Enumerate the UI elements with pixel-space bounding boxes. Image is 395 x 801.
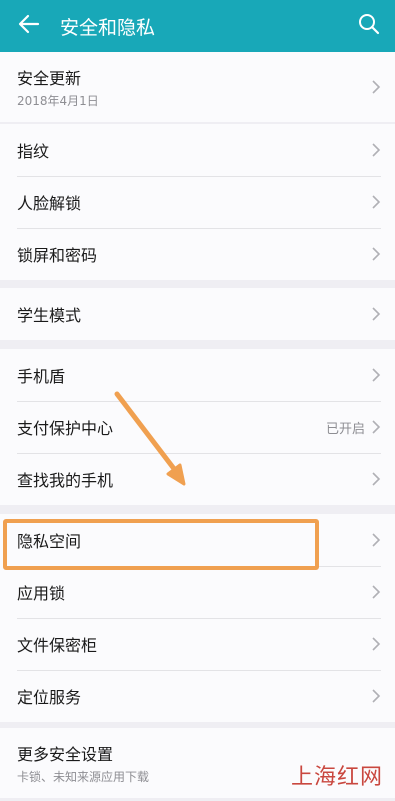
settings-item-phone-shield[interactable]: 手机盾 <box>0 349 395 401</box>
chevron-right-icon <box>371 367 381 383</box>
settings-item-label: 文件保密柜 <box>17 636 98 655</box>
page-title: 安全和隐私 <box>60 16 156 39</box>
settings-item-label: 人脸解锁 <box>17 194 82 213</box>
settings-item-security-update[interactable]: 安全更新 2018年4月1日 <box>0 52 395 122</box>
settings-item-app-lock[interactable]: 应用锁 <box>0 566 395 618</box>
settings-group-privacy: 隐私空间 应用锁 文件保密柜 定位服务 <box>0 514 395 722</box>
settings-item-label: 定位服务 <box>17 688 82 707</box>
settings-group-updates: 安全更新 2018年4月1日 <box>0 52 395 122</box>
app-header: 安全和隐私 <box>0 0 395 52</box>
settings-item-payment-protection[interactable]: 支付保护中心 已开启 <box>0 401 395 453</box>
back-button[interactable] <box>0 0 58 52</box>
chevron-right-icon <box>371 194 381 210</box>
chevron-right-icon <box>371 584 381 600</box>
settings-group-phone-protection: 手机盾 支付保护中心 已开启 查找我的手机 <box>0 349 395 505</box>
settings-item-label: 锁屏和密码 <box>17 246 98 265</box>
settings-item-student-mode[interactable]: 学生模式 <box>0 288 395 340</box>
settings-item-label: 查找我的手机 <box>17 471 114 490</box>
search-button[interactable] <box>343 0 395 52</box>
status-text: 已开启 <box>325 421 365 437</box>
settings-item-find-my-phone[interactable]: 查找我的手机 <box>0 453 395 505</box>
chevron-right-icon <box>371 306 381 322</box>
watermark: 上海红网 <box>290 765 383 790</box>
settings-item-fingerprint[interactable]: 指纹 <box>0 124 395 176</box>
settings-item-label: 应用锁 <box>17 584 66 603</box>
chevron-right-icon <box>371 246 381 262</box>
settings-item-private-space[interactable]: 隐私空间 <box>0 514 395 566</box>
search-icon <box>358 13 380 39</box>
settings-item-label: 指纹 <box>17 142 50 161</box>
chevron-right-icon <box>371 419 381 435</box>
settings-item-location-service[interactable]: 定位服务 <box>0 670 395 722</box>
settings-item-label: 手机盾 <box>17 367 66 386</box>
back-arrow-icon <box>18 14 40 38</box>
chevron-right-icon <box>371 636 381 652</box>
settings-item-label: 安全更新 <box>17 69 82 88</box>
chevron-right-icon <box>371 471 381 487</box>
settings-item-file-safe[interactable]: 文件保密柜 <box>0 618 395 670</box>
settings-item-label: 隐私空间 <box>17 532 82 551</box>
chevron-right-icon <box>371 532 381 548</box>
settings-item-face-unlock[interactable]: 人脸解锁 <box>0 176 395 228</box>
settings-item-subtitle: 2018年4月1日 <box>17 94 99 108</box>
settings-group-student: 学生模式 <box>0 288 395 340</box>
settings-item-label: 学生模式 <box>17 306 82 325</box>
settings-group-unlock: 指纹 人脸解锁 锁屏和密码 <box>0 124 395 280</box>
chevron-right-icon <box>371 79 381 95</box>
chevron-right-icon <box>371 688 381 704</box>
chevron-right-icon <box>371 142 381 158</box>
settings-item-label: 支付保护中心 <box>17 419 114 438</box>
settings-item-lockscreen-password[interactable]: 锁屏和密码 <box>0 228 395 280</box>
